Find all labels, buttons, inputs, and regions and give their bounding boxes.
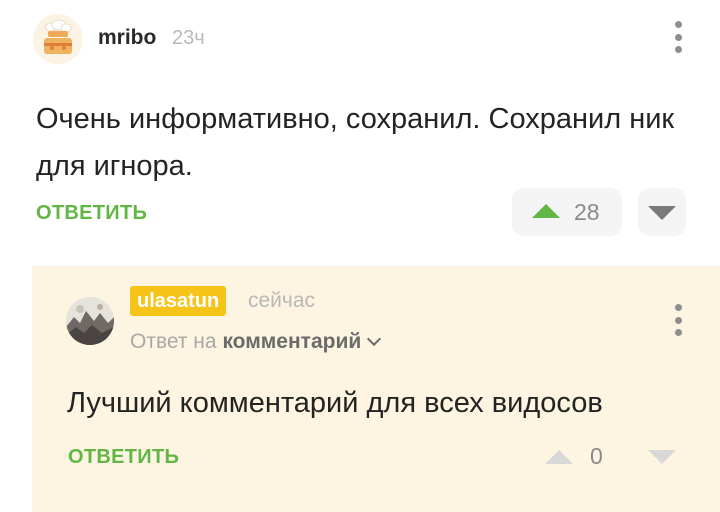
comment-time: 23ч <box>172 27 205 49</box>
upvote-button[interactable]: 28 <box>512 188 622 236</box>
rating-count: 28 <box>574 199 600 225</box>
comment-text: Очень информативно, сохранил. Сохранил н… <box>36 103 675 182</box>
reply-reply-button[interactable]: ОТВЕТИТЬ <box>68 446 179 469</box>
author-avatar[interactable] <box>33 14 83 64</box>
reply-upvote-icon[interactable] <box>545 450 573 464</box>
reply-time: сейчас <box>248 289 316 312</box>
reply-text: Лучший комментарий для всех видосов <box>67 387 603 419</box>
reply-to-prefix: Ответ на <box>130 330 217 353</box>
more-options-button[interactable] <box>666 19 690 55</box>
reply-downvote-icon[interactable] <box>648 450 676 464</box>
comments-thread: mribo 23ч Очень информативно, сохранил. … <box>0 0 720 512</box>
downvote-button[interactable] <box>638 188 686 236</box>
reply-more-options-button[interactable] <box>666 302 690 338</box>
photo-avatar-icon <box>66 297 114 345</box>
reply-to-comment-link[interactable]: комментарий <box>222 330 361 353</box>
chevron-down-icon[interactable] <box>367 331 382 347</box>
reply-button[interactable]: ОТВЕТИТЬ <box>36 202 147 225</box>
chef-cake-avatar-icon <box>33 14 83 64</box>
triangle-up-icon <box>532 204 560 218</box>
author-name[interactable]: mribo <box>98 26 156 50</box>
reply-rating-count: 0 <box>590 443 603 469</box>
vertical-dots-icon <box>674 304 682 311</box>
reply-to-line: Ответ на комментарий <box>130 330 382 354</box>
vertical-dots-icon <box>674 21 682 28</box>
reply-author-name[interactable]: ulasatun <box>130 286 227 316</box>
triangle-down-icon <box>648 206 676 220</box>
reply-author-avatar[interactable] <box>66 297 114 345</box>
